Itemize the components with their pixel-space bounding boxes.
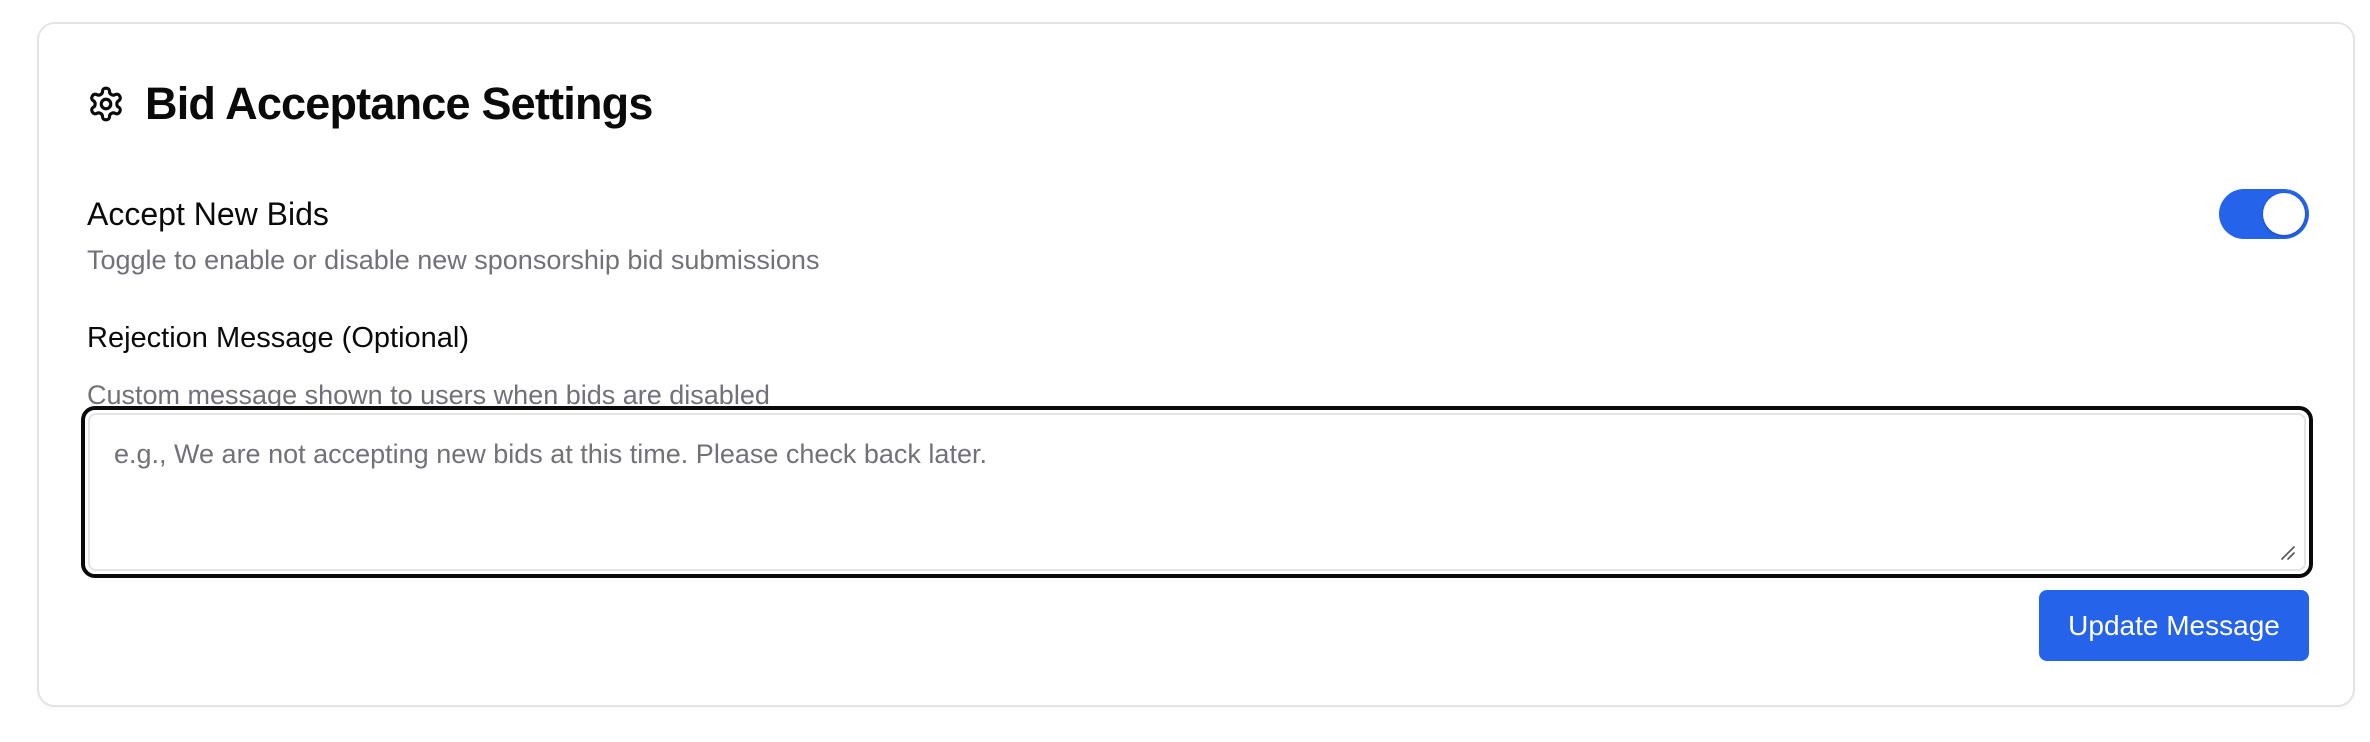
update-message-button[interactable]: Update Message [2039, 590, 2309, 661]
toggle-knob [2263, 193, 2305, 235]
accept-new-bids-toggle[interactable] [2219, 189, 2309, 239]
gear-icon [90, 86, 122, 122]
resize-handle-icon[interactable] [2279, 544, 2295, 560]
accept-new-bids-label: Accept New Bids [87, 196, 329, 232]
card-header: Bid Acceptance Settings [87, 76, 653, 132]
accept-new-bids-description: Toggle to enable or disable new sponsors… [87, 245, 820, 275]
card-title: Bid Acceptance Settings [145, 78, 653, 129]
rejection-message-label: Rejection Message (Optional) [87, 322, 470, 354]
rejection-message-textarea[interactable] [88, 413, 2306, 571]
bid-acceptance-settings-card: Bid Acceptance Settings Accept New Bids … [37, 22, 2355, 707]
rejection-message-focus-ring [81, 406, 2313, 578]
